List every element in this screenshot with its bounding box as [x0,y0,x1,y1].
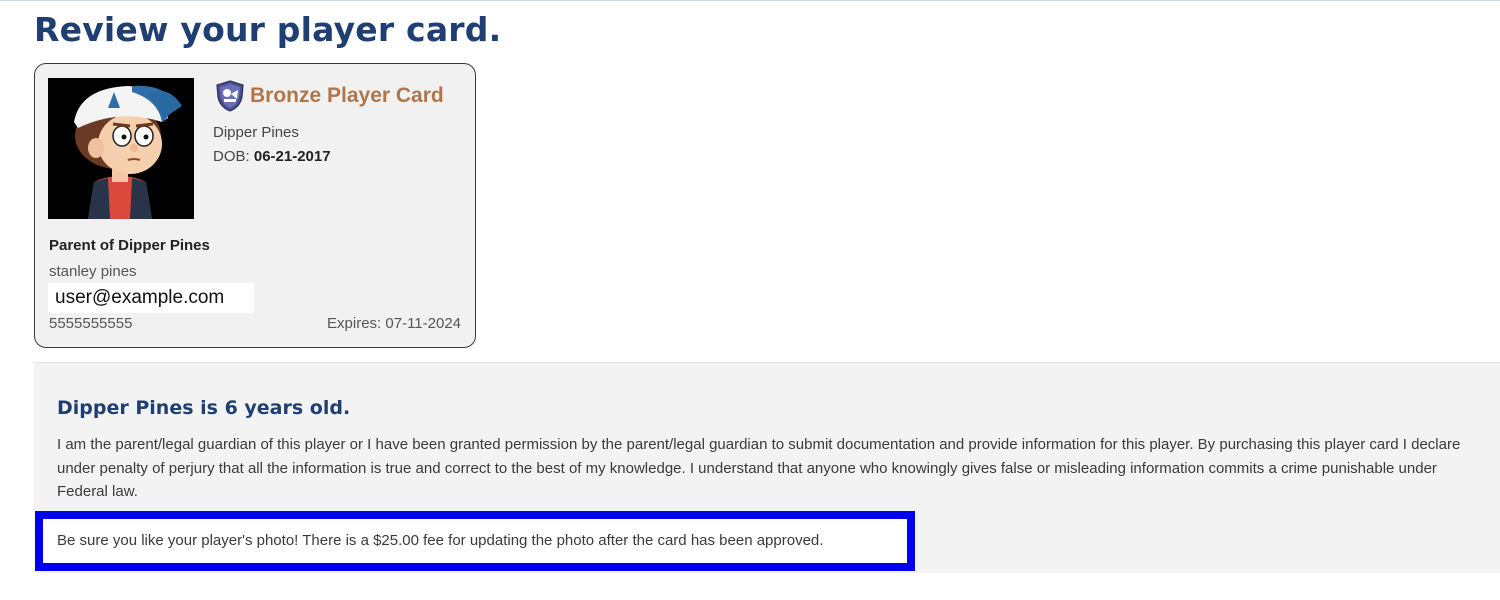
page-title: Review your player card. [34,10,502,49]
dob-label: DOB: [213,148,250,165]
card-expiration: Expires: 07-11-2024 [327,315,461,332]
parent-name: stanley pines [49,263,137,280]
card-tier-title: Bronze Player Card [250,84,444,107]
dob-value: 06-21-2017 [253,148,331,165]
player-card: Bronze Player Card Dipper Pines DOB: 06-… [34,63,476,348]
shield-icon [216,80,244,112]
player-photo-illustration [48,78,194,219]
parent-phone: 5555555555 [49,315,133,332]
parent-email: user@example.com [48,283,254,313]
declaration-panel: Dipper Pines is 6 years old. I am the pa… [34,362,1500,573]
player-dob: DOB: 06-21-2017 [213,148,331,165]
guardian-declaration: I am the parent/legal guardian of this p… [57,436,1461,500]
photo-fee-notice: Be sure you like your player's photo! Th… [35,511,915,571]
photo-fee-notice-text: Be sure you like your player's photo! Th… [57,532,824,549]
card-header: Bronze Player Card [215,80,444,112]
top-divider [0,0,1500,1]
parent-label: Parent of Dipper Pines [49,237,210,254]
player-name: Dipper Pines [213,124,299,141]
player-age-heading: Dipper Pines is 6 years old. [57,397,351,419]
player-photo[interactable] [48,78,194,219]
